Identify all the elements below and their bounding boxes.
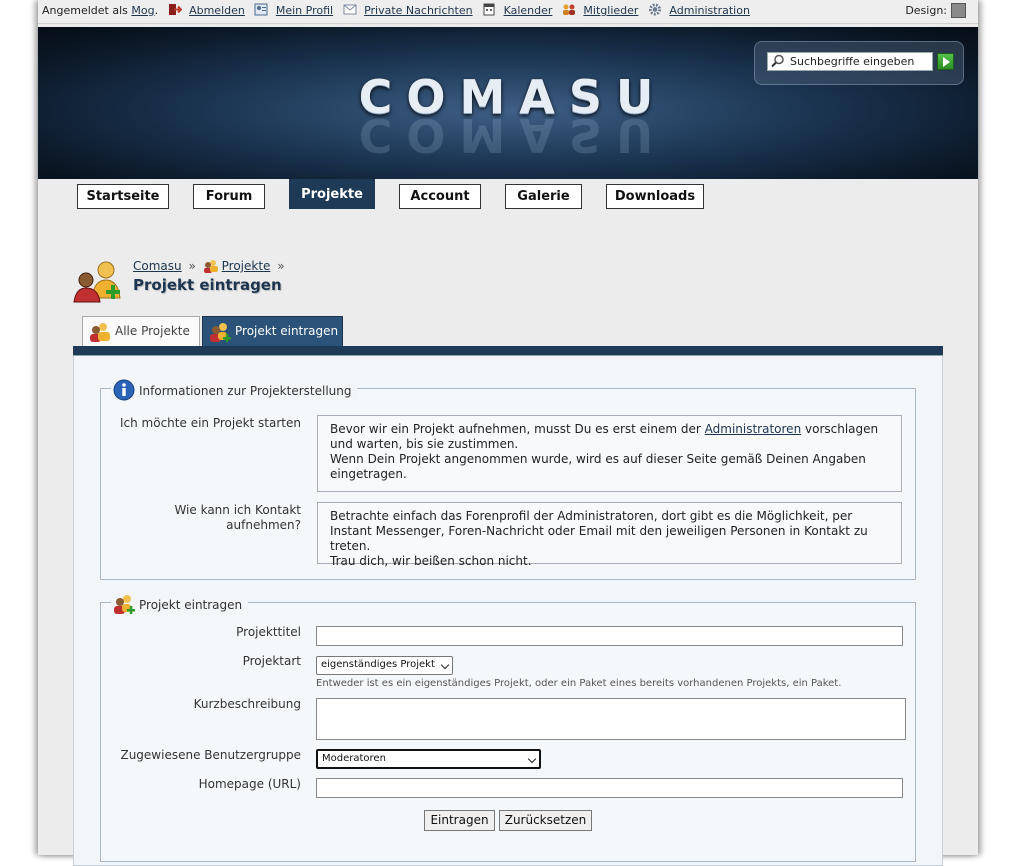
- user-bar: Angemeldet als Mog. Abmelden Mein Profil…: [38, 0, 978, 24]
- breadcrumb-projects[interactable]: Projekte: [222, 259, 271, 273]
- calendar-icon: [483, 3, 495, 16]
- username-link[interactable]: Mog: [131, 4, 154, 17]
- tab-startseite[interactable]: Startseite: [77, 184, 169, 209]
- gear-icon: [648, 3, 661, 16]
- page-title: Projekt eintragen: [133, 276, 282, 294]
- profile-icon: [254, 3, 268, 16]
- design-swatch[interactable]: [951, 3, 966, 18]
- login-status: Angemeldet als Mog.: [42, 4, 159, 17]
- projects-add-icon: [210, 323, 231, 342]
- tab-add-project[interactable]: Projekt eintragen: [202, 316, 343, 347]
- reset-button[interactable]: Zurücksetzen: [499, 810, 592, 831]
- projects-icon: [203, 260, 218, 273]
- q2-label: Wie kann ich Kontakt aufnehmen?: [174, 503, 301, 532]
- tab-account[interactable]: Account: [399, 184, 481, 209]
- members-link[interactable]: Mitglieder: [562, 0, 638, 22]
- search-submit-button[interactable]: [937, 53, 954, 70]
- tab-galerie[interactable]: Galerie: [505, 184, 582, 209]
- calendar-link[interactable]: Kalender: [482, 0, 552, 22]
- design-switcher[interactable]: Design:: [905, 0, 966, 22]
- administrators-link[interactable]: Administratoren: [705, 422, 802, 436]
- profile-link[interactable]: Mein Profil: [254, 0, 333, 22]
- logo-reflection: COMASU: [358, 108, 668, 162]
- logout-link[interactable]: Abmelden: [168, 0, 245, 22]
- search-icon: [771, 54, 784, 68]
- breadcrumb-separator: »: [188, 259, 196, 273]
- breadcrumb: Comasu » Projekte »: [133, 259, 288, 273]
- header-banner: COMASU COMASU Suchbegriffe eingeben: [38, 27, 978, 179]
- chevron-down-icon: [440, 660, 450, 670]
- project-title-input[interactable]: [316, 626, 903, 646]
- chevron-down-icon: [527, 754, 537, 764]
- type-label: Projektart: [242, 654, 301, 668]
- search-box: Suchbegriffe eingeben: [754, 41, 964, 85]
- homepage-input[interactable]: [316, 778, 903, 798]
- members-icon: [562, 4, 575, 15]
- tab-downloads[interactable]: Downloads: [606, 184, 704, 209]
- breadcrumb-separator-2: »: [277, 259, 285, 273]
- q1-answer: Bevor wir ein Projekt aufnehmen, musst D…: [317, 415, 902, 492]
- info-icon: [113, 379, 135, 401]
- breadcrumb-home[interactable]: Comasu: [133, 259, 182, 273]
- short-description-textarea[interactable]: [316, 698, 906, 740]
- projects-icon: [90, 323, 110, 342]
- homepage-label: Homepage (URL): [198, 777, 301, 791]
- panel-header-bar: [73, 346, 943, 356]
- project-type-select[interactable]: eigenständiges Projekt: [316, 656, 453, 675]
- search-input[interactable]: Suchbegriffe eingeben: [767, 52, 933, 71]
- tab-forum[interactable]: Forum: [193, 184, 265, 209]
- q1-label: Ich möchte ein Projekt starten: [120, 416, 301, 430]
- form-legend: Projekt eintragen: [111, 593, 249, 615]
- description-label: Kurzbeschreibung: [193, 697, 301, 711]
- projects-add-icon: [73, 261, 121, 303]
- administration-link[interactable]: Administration: [648, 0, 750, 22]
- logout-icon: [168, 4, 182, 15]
- tab-projekte[interactable]: Projekte: [289, 179, 375, 209]
- envelope-icon: [343, 4, 357, 15]
- main-nav: Startseite Forum Projekte Account Galeri…: [38, 179, 978, 211]
- submit-button[interactable]: Eintragen: [424, 810, 495, 831]
- type-hint: Entweder ist es ein eigenständiges Proje…: [316, 678, 842, 689]
- group-label: Zugewiesene Benutzergruppe: [120, 748, 301, 762]
- user-group-select[interactable]: Moderatoren: [316, 749, 541, 769]
- messages-link[interactable]: Private Nachrichten: [343, 0, 473, 22]
- info-legend: Informationen zur Projekterstellung: [111, 379, 358, 401]
- title-label: Projekttitel: [236, 625, 301, 639]
- q2-answer: Betrachte einfach das Forenprofil der Ad…: [317, 502, 902, 568]
- tab-all-projects[interactable]: Alle Projekte: [82, 316, 200, 347]
- projects-add-icon: [114, 595, 135, 614]
